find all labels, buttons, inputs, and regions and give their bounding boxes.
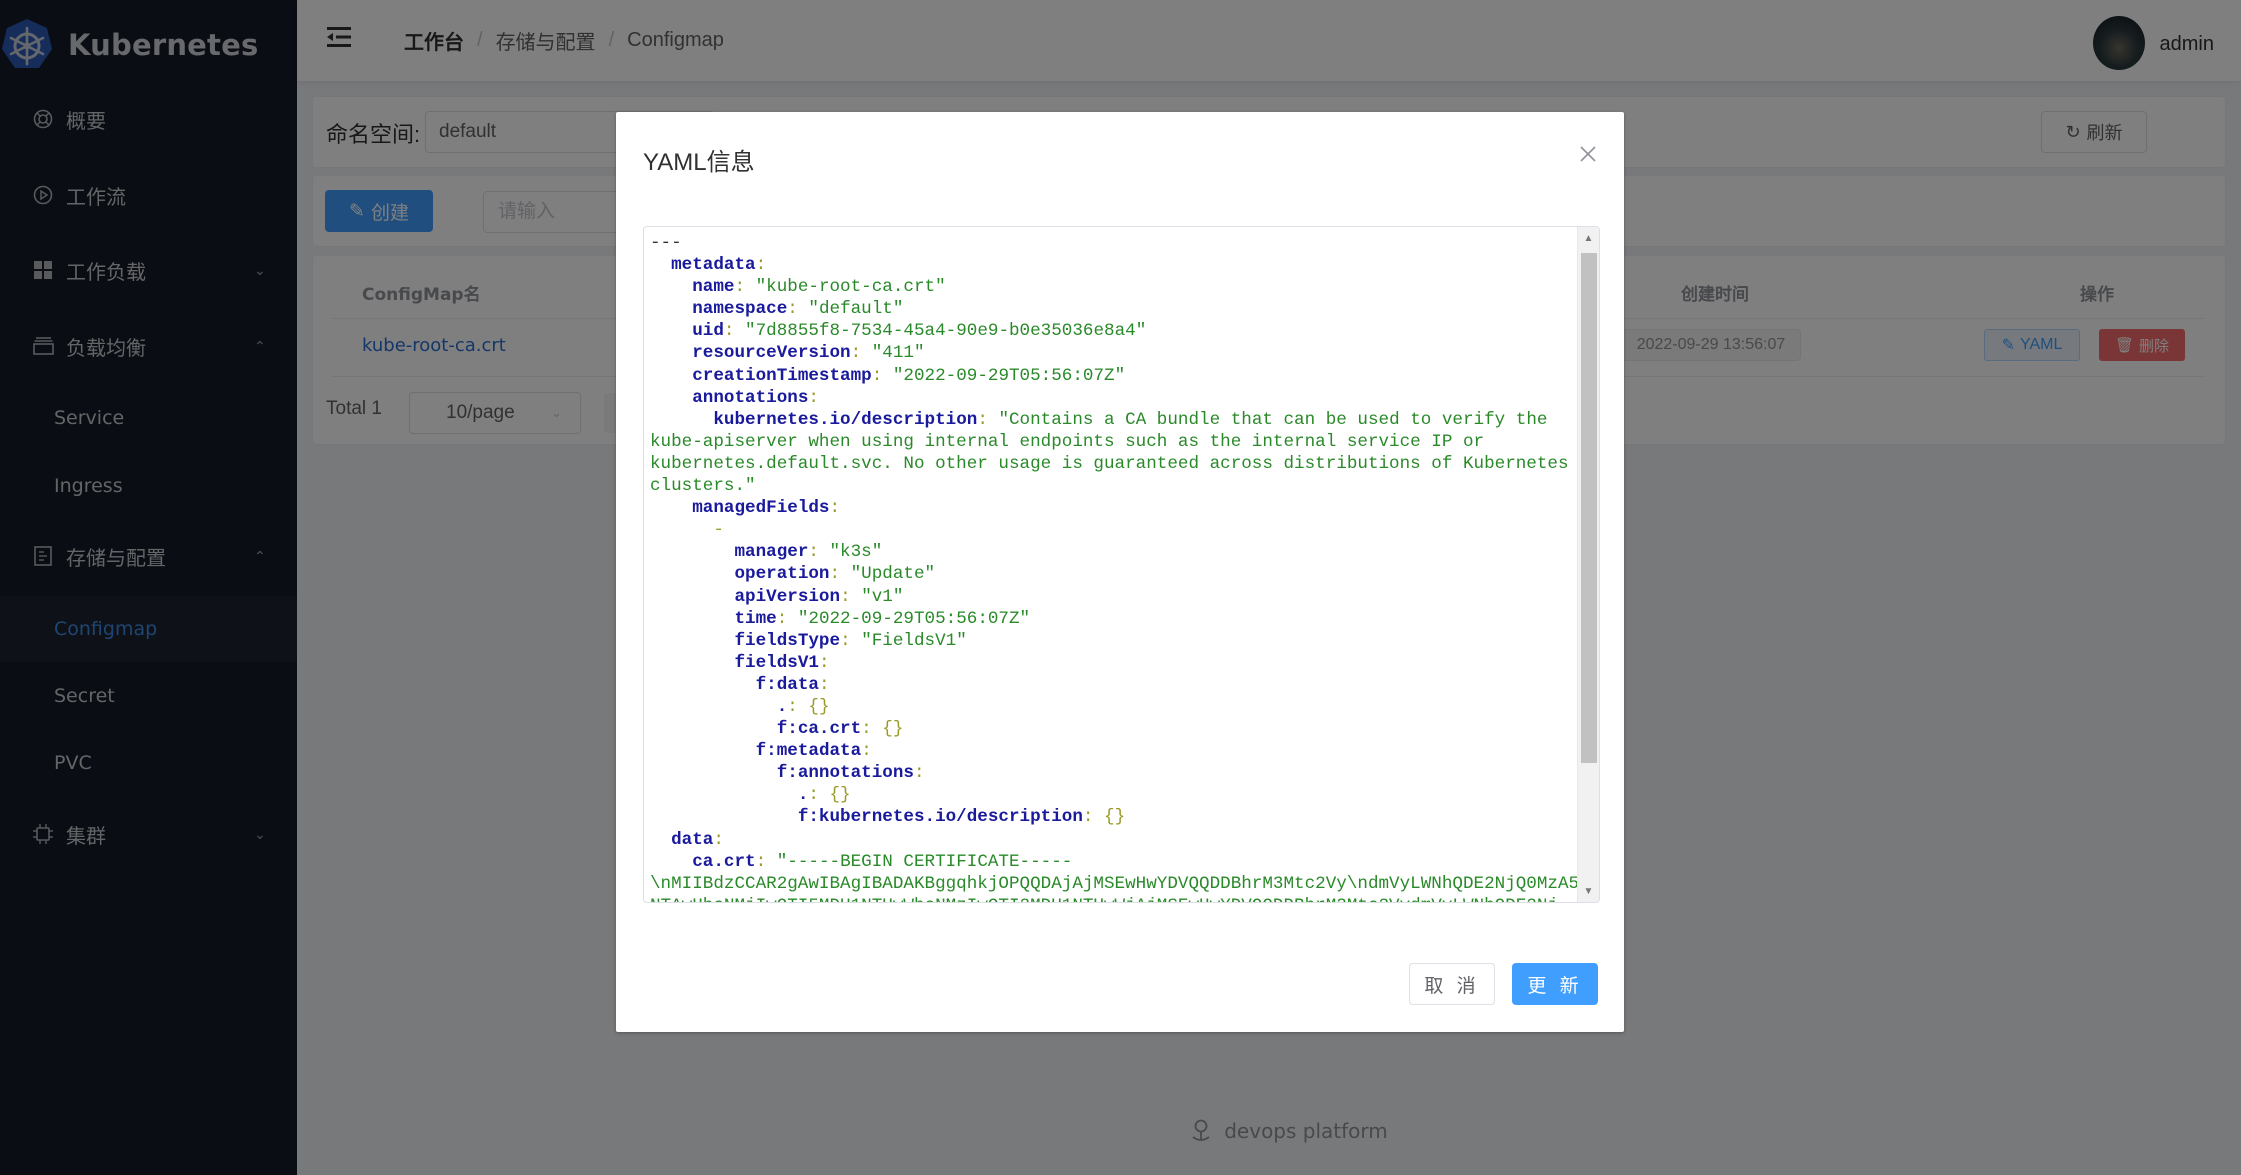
yaml-line: f:metadata: bbox=[755, 741, 872, 762]
yaml-editor[interactable]: --- metadata: name: "kube-root-ca.crt" n… bbox=[643, 226, 1600, 903]
yaml-line: NTAwHhcNMjIwOTI5MDU1NTUwWhcNMzIwOTI2MDU1… bbox=[650, 895, 1573, 902]
yaml-line: apiVersion: "v1" bbox=[734, 586, 904, 607]
cancel-button[interactable]: 取 消 bbox=[1409, 963, 1495, 1005]
yaml-line: f:data: bbox=[755, 674, 830, 695]
yaml-line: f:annotations: bbox=[776, 763, 925, 784]
yaml-line: data: bbox=[671, 829, 724, 850]
yaml-line: - bbox=[713, 520, 724, 541]
scroll-down-arrow-icon[interactable]: ▼ bbox=[1578, 880, 1599, 902]
yaml-line: fieldsType: "FieldsV1" bbox=[734, 630, 967, 651]
yaml-line: operation: "Update" bbox=[734, 564, 936, 585]
yaml-line: managedFields: bbox=[692, 498, 841, 519]
yaml-line: .: {} bbox=[797, 785, 851, 806]
scroll-up-arrow-icon[interactable]: ▲ bbox=[1578, 227, 1599, 249]
close-icon[interactable] bbox=[1578, 144, 1598, 164]
yaml-line: metadata: bbox=[671, 255, 767, 276]
yaml-line: clusters." bbox=[650, 476, 756, 497]
yaml-line: kube-apiserver when using internal endpo… bbox=[650, 431, 1485, 452]
yaml-line: .: {} bbox=[776, 696, 830, 717]
yaml-line: f:kubernetes.io/description: {} bbox=[797, 807, 1126, 828]
yaml-line: \nMIIBdzCCAR2gAwIBAgIBADAKBggqhkjOPQQDAj… bbox=[650, 873, 1580, 894]
yaml-line: manager: "k3s" bbox=[734, 542, 883, 563]
yaml-line: f:ca.crt: {} bbox=[776, 719, 904, 740]
yaml-line: name: "kube-root-ca.crt" bbox=[692, 277, 946, 298]
yaml-line: uid: "7d8855f8-7534-45a4-90e9-b0e35036e8… bbox=[692, 321, 1147, 342]
scrollbar-thumb[interactable] bbox=[1581, 253, 1597, 763]
yaml-line: resourceVersion: "411" bbox=[692, 343, 925, 364]
yaml-line: fieldsV1: bbox=[734, 652, 830, 673]
yaml-dialog: YAML信息 --- metadata: name: "kube-root-ca… bbox=[616, 112, 1624, 1032]
yaml-line: kubernetes.default.svc. No other usage i… bbox=[650, 453, 1569, 474]
vertical-scrollbar[interactable]: ▲ ▼ bbox=[1577, 227, 1599, 902]
dialog-title: YAML信息 bbox=[643, 149, 755, 176]
yaml-content[interactable]: --- metadata: name: "kube-root-ca.crt" n… bbox=[650, 232, 1580, 902]
update-button[interactable]: 更 新 bbox=[1512, 963, 1598, 1005]
yaml-line: annotations: bbox=[692, 387, 819, 408]
yaml-line: ca.crt: "-----BEGIN CERTIFICATE----- bbox=[692, 851, 1073, 872]
yaml-line: --- bbox=[650, 233, 682, 253]
yaml-line: time: "2022-09-29T05:56:07Z" bbox=[734, 608, 1031, 629]
yaml-line: creationTimestamp: "2022-09-29T05:56:07Z… bbox=[692, 365, 1126, 386]
yaml-line: namespace: "default" bbox=[692, 299, 904, 320]
yaml-line: kubernetes.io/description: "Contains a C… bbox=[713, 409, 1548, 430]
